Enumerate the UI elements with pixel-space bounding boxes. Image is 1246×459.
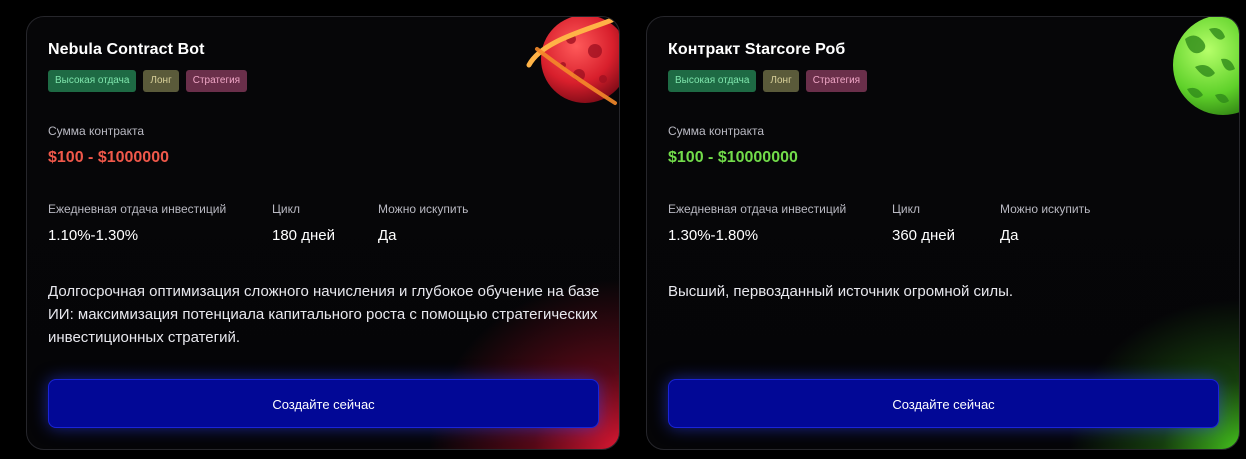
cycle-value: 360 дней: [892, 227, 955, 244]
daily-return-label: Ежедневная отдача инвестиций: [48, 202, 227, 216]
card-description: Долгосрочная оптимизация сложного начисл…: [48, 283, 600, 346]
contract-sum-value: $100 - $10000000: [668, 149, 798, 166]
daily-return-value: 1.10%-1.30%: [48, 227, 139, 244]
card-description: Высший, первозданный источник огромной с…: [668, 283, 1014, 300]
redeemable-label: Можно искупить: [378, 202, 469, 216]
cycle-value: 180 дней: [272, 227, 335, 244]
tag-list: Высокая отдача Лонг Стратегия: [668, 70, 868, 92]
contracts-grid: Nebula Contract Bot Высокая отдача Лонг …: [0, 0, 1246, 459]
green-planet-icon: [1173, 17, 1239, 115]
tag-high-return: Высокая отдача: [48, 70, 137, 92]
redeemable-value: Да: [378, 227, 397, 244]
cycle-label: Цикл: [272, 202, 300, 216]
contract-card-starcore: Контракт Starcore Роб Высокая отдача Лон…: [646, 16, 1240, 450]
tag-high-return: Высокая отдача: [668, 70, 757, 92]
create-now-button[interactable]: Создайте сейчас: [48, 379, 599, 428]
contract-sum-label: Сумма контракта: [48, 124, 144, 138]
card-title: Контракт Starcore Роб: [668, 41, 846, 58]
contract-sum-value: $100 - $1000000: [48, 149, 169, 166]
daily-return-value: 1.30%-1.80%: [668, 227, 759, 244]
tag-strategy: Стратегия: [185, 70, 248, 92]
tag-long: Лонг: [143, 70, 179, 92]
daily-return-label: Ежедневная отдача инвестиций: [668, 202, 847, 216]
tag-strategy: Стратегия: [805, 70, 868, 92]
card-title: Nebula Contract Bot: [48, 41, 205, 58]
create-now-button[interactable]: Создайте сейчас: [668, 379, 1219, 428]
tag-list: Высокая отдача Лонг Стратегия: [48, 70, 248, 92]
contract-sum-label: Сумма контракта: [668, 124, 764, 138]
contract-card-nebula: Nebula Contract Bot Высокая отдача Лонг …: [26, 16, 620, 450]
red-planet-icon: [526, 17, 619, 105]
redeemable-value: Да: [1000, 227, 1019, 244]
tag-long: Лонг: [763, 70, 799, 92]
cycle-label: Цикл: [892, 202, 920, 216]
redeemable-label: Можно искупить: [1000, 202, 1091, 216]
